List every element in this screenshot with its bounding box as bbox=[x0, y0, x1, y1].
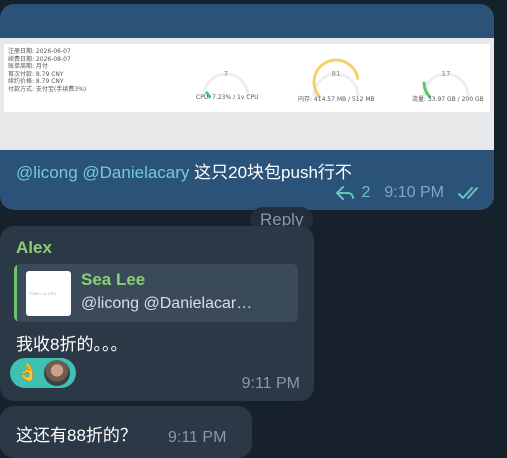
mention-links[interactable]: @licong @Danielacary bbox=[16, 163, 189, 182]
reply-count: 2 bbox=[361, 184, 371, 201]
gauge-caption: 流量: 33.97 GB / 200 GB bbox=[412, 96, 484, 103]
ok-hand-emoji-icon: 👌 bbox=[17, 363, 39, 382]
message-body: 这只20块包push行不 bbox=[189, 163, 352, 182]
gauge-caption: 内存: 414.57 MB / 512 MB bbox=[298, 96, 375, 103]
message-text: 我收8折的。。。 bbox=[16, 335, 128, 354]
incoming-message[interactable]: 这还有88折的？ 9:11 PM bbox=[0, 406, 252, 458]
quote-bar bbox=[14, 264, 17, 322]
attached-screenshot[interactable]: 注册日期: 2026-06-07 续费日期: 2026-08-07 账单周期: … bbox=[0, 38, 494, 150]
info-line: 付款方式: 支付宝(手续费3%) bbox=[8, 85, 87, 93]
info-line: 账单周期: 月付 bbox=[8, 63, 48, 71]
gauge-value: 7 bbox=[223, 70, 229, 78]
incoming-message[interactable]: Alex 729% / 1v CPU Sea Lee @licong @Dani… bbox=[0, 226, 314, 401]
outgoing-message[interactable]: 注册日期: 2026-06-07 续费日期: 2026-08-07 账单周期: … bbox=[0, 4, 494, 210]
quoted-message[interactable]: 729% / 1v CPU Sea Lee @licong @Danielaca… bbox=[14, 264, 298, 322]
billing-info: 注册日期: 2026-06-07 续费日期: 2026-08-07 账单周期: … bbox=[8, 48, 86, 94]
sender-name[interactable]: Alex bbox=[16, 238, 52, 258]
reaction-chip[interactable]: 👌 bbox=[10, 358, 76, 388]
message-time: 9:10 PM bbox=[384, 184, 444, 201]
double-check-icon bbox=[458, 187, 478, 199]
info-line: 注册日期: 2026-06-07 bbox=[8, 48, 71, 55]
reply-arrow-icon bbox=[335, 186, 354, 200]
quote-sender: Sea Lee bbox=[81, 270, 146, 289]
quote-thumbnail: 729% / 1v CPU bbox=[26, 271, 71, 316]
message-text: 这还有88折的？ bbox=[16, 426, 137, 445]
replies-button[interactable]: 2 bbox=[335, 184, 371, 202]
gauge-value: 81 bbox=[331, 70, 341, 78]
gauge-value: 17 bbox=[441, 70, 451, 78]
quote-text: @licong @Danielacar… bbox=[81, 295, 253, 312]
info-line: 续约价格: 8.79 CNY bbox=[8, 78, 64, 86]
reactor-avatar bbox=[44, 360, 70, 386]
thumb-caption: 729% / 1v CPU bbox=[29, 291, 57, 296]
message-text: @licong @Danielacary 这只20块包push行不 bbox=[16, 158, 352, 183]
message-time: 9:11 PM bbox=[241, 375, 300, 392]
message-time: 9:11 PM bbox=[168, 429, 227, 446]
message-meta: 2 9:10 PM bbox=[335, 184, 485, 202]
gauge-caption: CPU: 7.23% / 1v CPU bbox=[196, 94, 259, 101]
